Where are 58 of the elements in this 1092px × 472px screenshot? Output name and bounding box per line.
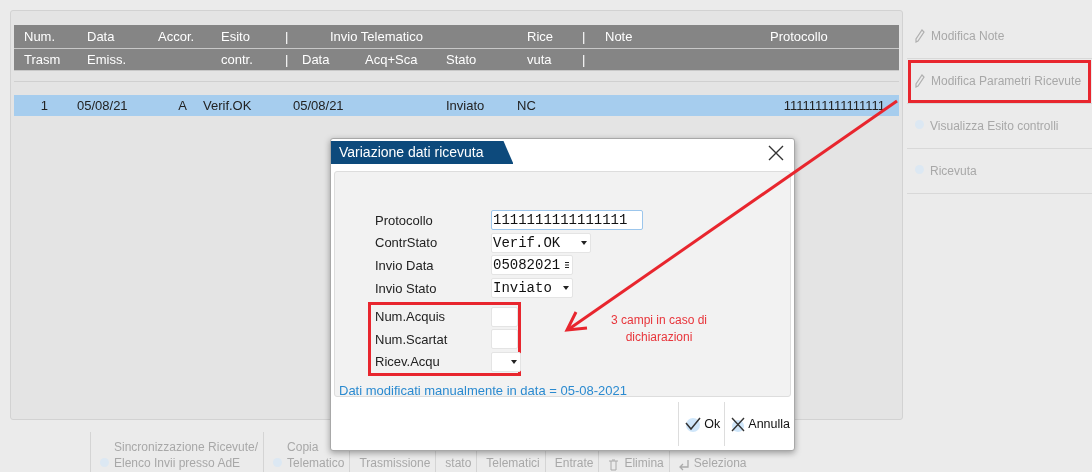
column-header: Data [87, 29, 116, 44]
column-header: | [285, 52, 290, 67]
table-cell-text: A [177, 98, 188, 113]
input-field[interactable] [491, 306, 518, 327]
caret-icon [563, 286, 569, 291]
column-header: Rice [527, 29, 554, 44]
column-header: Invio Telematico [329, 29, 424, 44]
column-header: contr. [221, 52, 254, 67]
caret-icon [511, 359, 517, 364]
input-field[interactable]: 05082021 [491, 255, 573, 276]
column-header: Emiss. [87, 52, 127, 67]
ok-button[interactable]: Ok [678, 402, 725, 446]
column-header: Accor. [158, 29, 196, 44]
info-message: Dati modificati manualmente in data = 05-08-2021 [339, 383, 628, 399]
dropdown[interactable]: Inviato [491, 278, 573, 299]
table-cell-text: 1 [39, 98, 49, 113]
close-icon[interactable] [768, 145, 784, 161]
column-header: Protocollo [770, 29, 829, 44]
table-row[interactable]: 1 05/08/21 A Verif.OK 05/08/21 Inviato NC 1111111111111111 [14, 95, 899, 116]
column-header: Note [605, 29, 634, 44]
column-header: | [582, 29, 587, 44]
column-header: Trasm [24, 52, 62, 67]
annotation-note: 3 campi in caso di dichiarazioni [609, 312, 708, 346]
cancel-button[interactable]: Annulla [724, 402, 794, 446]
field-label: Protocollo [375, 212, 434, 228]
field-label: Ricev.Acqu [375, 354, 441, 370]
pencil-icon [915, 29, 925, 43]
trash-icon [608, 459, 620, 471]
input-field[interactable]: 1111111111111111 [491, 210, 643, 231]
table-cell-text: Inviato [446, 98, 486, 113]
table-cell-text: 1111111111111111 [782, 98, 886, 113]
input-field[interactable] [491, 329, 518, 350]
caret-icon [581, 240, 587, 245]
table-cell-text: NC [517, 98, 537, 113]
dialog-title: Variazione dati ricevuta [331, 141, 514, 164]
field-label: Invio Stato [375, 280, 438, 296]
enter-arrow-icon [678, 460, 689, 471]
column-header: | [582, 52, 587, 67]
column-header: | [285, 29, 290, 44]
field-label: Num.Acquis [375, 309, 447, 325]
table-cell-text: 05/08/21 [77, 98, 129, 113]
field-label: ContrStato [375, 235, 439, 251]
field-label: Num.Scartat [375, 331, 449, 347]
dropdown[interactable] [491, 351, 521, 372]
field-label: Invio Data [375, 258, 435, 273]
close-icon [730, 416, 747, 432]
column-header: Stato [446, 52, 478, 67]
column-header: Acq+Sca [365, 52, 419, 67]
table-cell-text: Verif.OK [203, 98, 253, 113]
column-header: vuta [527, 52, 553, 67]
column-header: Num. [24, 29, 57, 44]
dropdown[interactable]: Verif.OK [491, 232, 591, 253]
menu-icon [565, 262, 569, 269]
column-header: Esito [221, 29, 251, 44]
table-cell-text: 05/08/21 [293, 98, 345, 113]
check-icon [684, 415, 703, 433]
pencil-icon [915, 74, 925, 88]
column-header: Data [302, 52, 331, 67]
